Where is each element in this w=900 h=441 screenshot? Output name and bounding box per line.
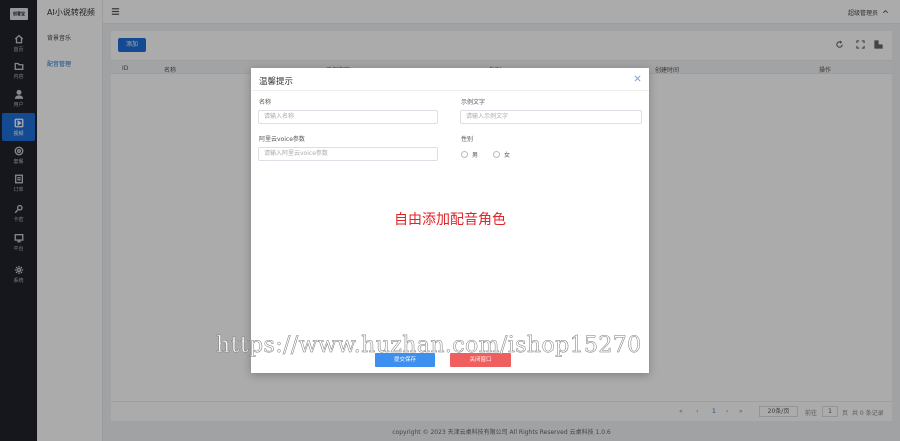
voice-param-input[interactable]: 请输入阿里云voice参数 [258, 147, 438, 161]
close-icon[interactable] [634, 75, 641, 82]
dialog-title: 温馨提示 [259, 77, 294, 87]
sample-text-label: 示例文字 [461, 99, 486, 106]
close-window-button[interactable]: 关闭窗口 [450, 353, 511, 367]
dialog-divider [251, 90, 649, 91]
gender-label: 性别 [461, 136, 474, 143]
name-label: 名称 [259, 99, 272, 106]
voice-param-label: 阿里云voice参数 [259, 136, 305, 143]
gender-female-radio[interactable]: 女 [493, 150, 510, 159]
submit-save-button[interactable]: 提交保存 [375, 353, 435, 367]
gender-female-label: 女 [504, 152, 511, 159]
add-voice-dialog: 温馨提示 名称 请输入名称 示例文字 请输入示例文字 阿里云voice参数 请输… [251, 68, 649, 373]
gender-male-label: 男 [472, 152, 479, 159]
notice-text: 自由添加配音角色 [394, 212, 506, 228]
admin-app: 创客宝 首页 内容 用户 视频 套餐 订单 卡密 平台 系统 AI小说转视频 背… [0, 0, 900, 441]
radio-circle-icon [461, 151, 468, 158]
name-input[interactable]: 请输入名称 [258, 110, 438, 124]
sample-text-input[interactable]: 请输入示例文字 [460, 110, 642, 124]
radio-circle-icon [493, 151, 500, 158]
gender-male-radio[interactable]: 男 [461, 150, 478, 159]
